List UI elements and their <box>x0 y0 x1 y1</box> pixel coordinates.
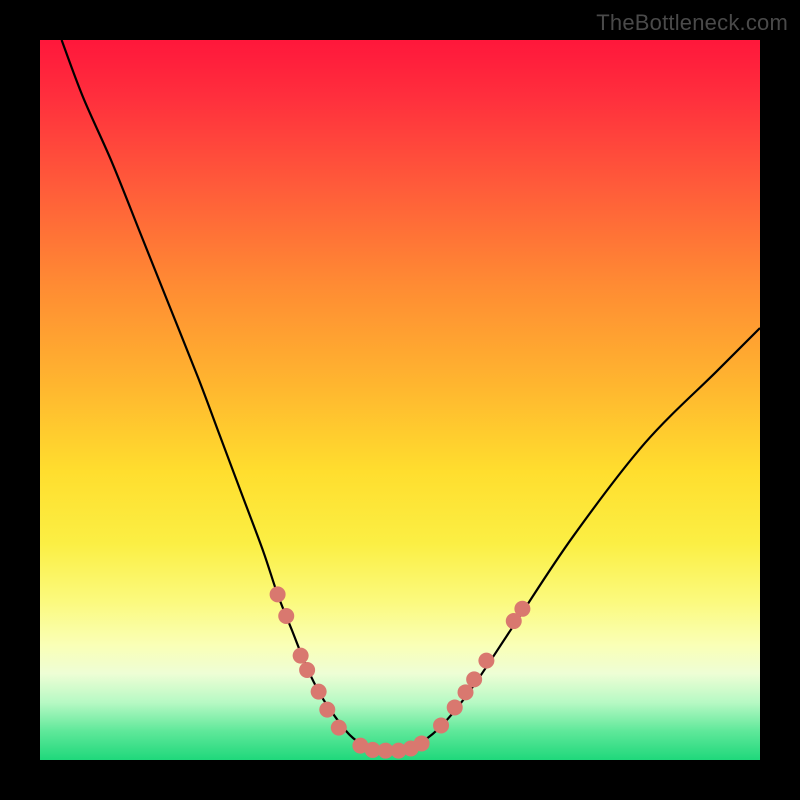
chart-svg <box>40 40 760 760</box>
curve-markers <box>270 586 531 758</box>
curve-marker <box>293 648 309 664</box>
curve-marker <box>447 699 463 715</box>
chart-plot-area <box>40 40 760 760</box>
curve-marker <box>319 702 335 718</box>
curve-marker <box>478 653 494 669</box>
curve-marker <box>278 608 294 624</box>
curve-marker <box>466 671 482 687</box>
curve-marker <box>270 586 286 602</box>
watermark-text: TheBottleneck.com <box>596 10 788 36</box>
curve-marker <box>414 735 430 751</box>
chart-stage: TheBottleneck.com <box>0 0 800 800</box>
curve-marker <box>299 662 315 678</box>
curve-marker <box>311 684 327 700</box>
bottleneck-curve <box>62 40 760 752</box>
curve-marker <box>331 720 347 736</box>
curve-marker <box>433 717 449 733</box>
curve-marker <box>514 601 530 617</box>
